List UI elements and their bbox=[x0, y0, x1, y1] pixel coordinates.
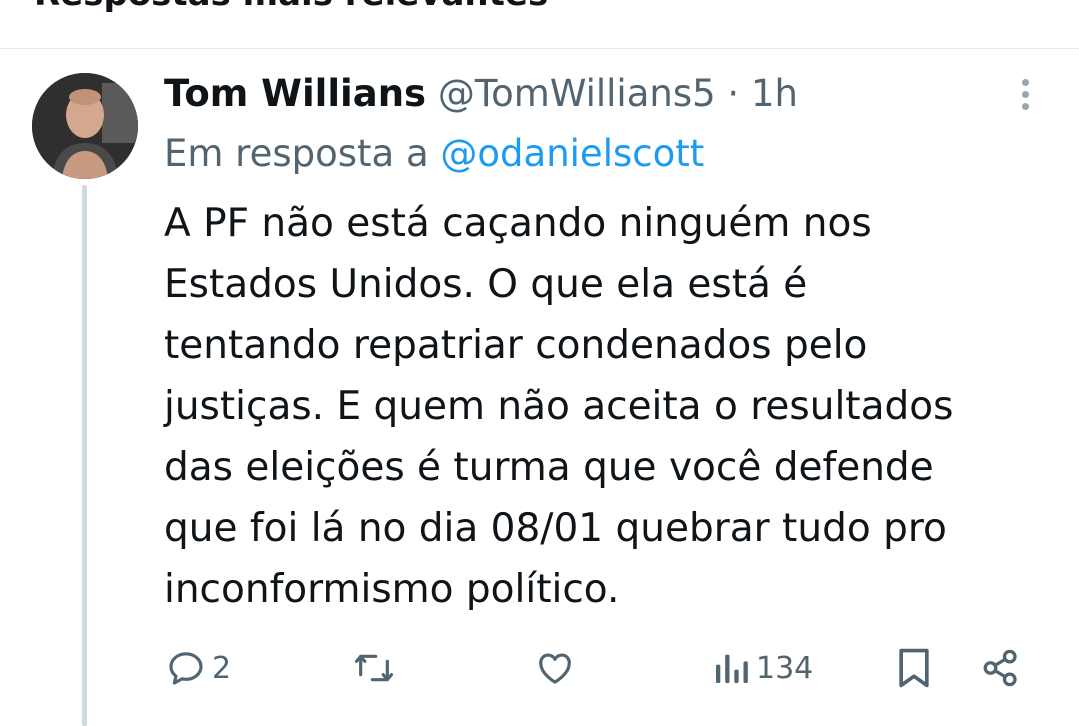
reply-context: Em resposta a @odanielscott bbox=[164, 130, 704, 178]
tweet-text-line: inconformismo político. bbox=[164, 567, 620, 612]
author-name[interactable]: Tom Willians bbox=[164, 72, 426, 115]
retweet-icon bbox=[354, 654, 394, 682]
share-button[interactable] bbox=[980, 640, 1022, 696]
bookmark-icon bbox=[899, 648, 929, 688]
author-handle[interactable]: @TomWillians5 bbox=[438, 72, 716, 115]
views-button[interactable]: 134 bbox=[712, 640, 813, 696]
more-vertical-icon[interactable] bbox=[1010, 76, 1040, 116]
views-icon bbox=[716, 654, 748, 683]
tweet-text-line: das eleições é turma que você defende bbox=[164, 445, 934, 490]
heart-icon bbox=[539, 653, 571, 684]
avatar[interactable] bbox=[32, 73, 138, 179]
section-header: Respostas mais relevantes bbox=[34, 0, 548, 14]
separator-dot: · bbox=[727, 72, 740, 115]
author-row: Tom Willians @TomWillians5 · 1h bbox=[164, 70, 798, 118]
reply-mention-link[interactable]: @odanielscott bbox=[440, 132, 704, 175]
like-button[interactable] bbox=[534, 640, 582, 696]
tweet-text-line: tentando repatriar condenados pelo bbox=[164, 323, 868, 368]
bookmark-button[interactable] bbox=[895, 640, 933, 696]
reply-prefix: Em resposta a bbox=[164, 132, 429, 175]
tweet-text-line: Estados Unidos. O que ela está é bbox=[164, 262, 808, 307]
retweet-button[interactable] bbox=[352, 640, 402, 696]
views-count: 134 bbox=[756, 650, 814, 686]
reply-button[interactable]: 2 bbox=[166, 640, 231, 696]
tweet-text-line: A PF não está caçando ninguém nos bbox=[164, 201, 872, 246]
tweet-text-line: justiças. E quem não aceita o resultados bbox=[164, 384, 954, 429]
header-divider bbox=[0, 48, 1079, 49]
reply-count: 2 bbox=[212, 650, 232, 686]
tweet-text-line: que foi lá no dia 08/01 quebrar tudo pro bbox=[164, 506, 947, 551]
avatar-image bbox=[32, 73, 138, 179]
action-bar: 2 134 bbox=[0, 640, 1079, 696]
share-icon bbox=[983, 649, 1017, 687]
tweet-text: A PF não está caçando ninguém nos Estado… bbox=[164, 193, 1044, 620]
reply-icon bbox=[169, 652, 203, 685]
timestamp[interactable]: 1h bbox=[751, 72, 798, 115]
